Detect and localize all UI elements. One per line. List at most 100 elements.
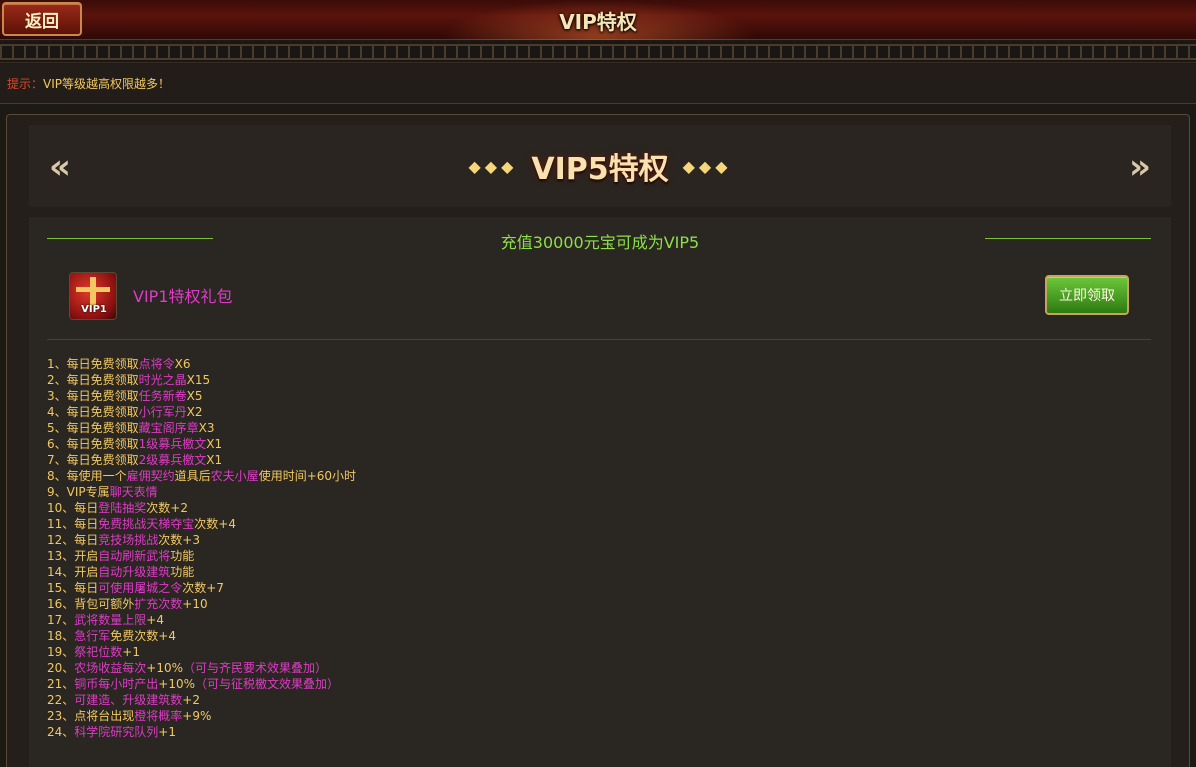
perk-highlight: 橙将概率 [134,709,183,723]
perk-highlight: 自动升级建筑 [98,565,171,579]
gift-box-icon[interactable]: VIP1 [69,272,117,320]
perk-highlight: 竞技场挑战 [98,533,159,547]
perk-text: 15、每日 [47,581,99,595]
diamond-right-icon: ◆◆◆ [682,156,732,176]
perk-item: 10、每日登陆抽奖次数+2 [47,500,1147,516]
decorative-border [0,41,1196,63]
claim-button[interactable]: 立即领取 [1045,275,1129,315]
perk-text: 13、开启 [47,549,99,563]
perk-highlight: 扩充次数 [134,597,183,611]
perk-highlight: 任务新卷 [138,389,187,403]
perk-highlight: 科学院研究队列 [74,725,159,739]
perk-text: +4 [146,613,164,627]
perk-text: X6 [174,357,191,371]
perk-item: 9、VIP专属聊天表情 [47,484,1147,500]
perk-text: X3 [198,421,215,435]
vip-title: ◆◆◆ VIP5特权 ◆◆◆ [29,125,1171,207]
perk-highlight: （可与征税檄文效果叠加） [195,677,340,691]
vip-title-bar: « ◆◆◆ VIP5特权 ◆◆◆ » [29,125,1171,207]
back-button[interactable]: 返回 [2,2,82,36]
recharge-requirement: 充值30000元宝可成为VIP5 [500,233,700,252]
perk-item: 20、农场收益每次+10%（可与齐民要术效果叠加） [47,660,1147,676]
perk-highlight: 自动刷新武将 [98,549,171,563]
perk-item: 23、点将台出现橙将概率+9% [47,708,1147,724]
perk-item: 16、背包可额外扩充次数+10 [47,596,1147,612]
perk-text: 5、每日免费领取 [47,421,139,435]
perk-highlight: 急行军 [74,629,111,643]
perk-item: 4、每日免费领取小行军丹X2 [47,404,1147,420]
perk-text: 功能 [170,565,195,579]
perk-text: 16、背包可额外 [47,597,135,611]
perk-item: 18、急行军免费次数+4 [47,628,1147,644]
perk-text: 19、 [47,645,75,659]
deco-line-right [985,238,1151,239]
perk-text: 11、每日 [47,517,99,531]
perk-item: 17、武将数量上限+4 [47,612,1147,628]
perk-item: 13、开启自动刷新武将功能 [47,548,1147,564]
vip-content-card: 充值30000元宝可成为VIP5 VIP1 VIP1特权礼包 立即领取 1、每日… [29,217,1171,767]
perk-text: 次数+7 [182,581,224,595]
gift-name: VIP1特权礼包 [133,287,233,306]
perk-highlight: 登陆抽奖 [98,501,147,515]
perk-text: 1、每日免费领取 [47,357,139,371]
perk-item: 2、每日免费领取时光之晶X15 [47,372,1147,388]
perk-text: +10 [182,597,208,611]
page-title: VIP特权 [559,9,637,34]
perk-highlight: 祭祀位数 [74,645,123,659]
perk-text: 10、每日 [47,501,99,515]
perk-highlight: （可与齐民要术效果叠加） [183,661,328,675]
perk-highlight: 免费挑战天梯夺宝 [98,517,195,531]
gift-icon-tag: VIP1 [81,304,107,315]
perk-item: 12、每日竞技场挑战次数+3 [47,532,1147,548]
perk-text: 21、 [47,677,75,691]
perk-highlight: 小行军丹 [138,405,187,419]
perk-item: 7、每日免费领取2级募兵檄文X1 [47,452,1147,468]
perk-item: 22、可建造、升级建筑数+2 [47,692,1147,708]
perk-text: 4、每日免费领取 [47,405,139,419]
perk-item: 1、每日免费领取点将令X6 [47,356,1147,372]
perk-highlight: 可建造、升级建筑数 [74,693,183,707]
perk-text: 2、每日免费领取 [47,373,139,387]
perk-text: 次数+3 [158,533,200,547]
vip-panel: « ◆◆◆ VIP5特权 ◆◆◆ » 充值30000元宝可成为VIP5 VIP1… [6,114,1190,767]
tip-text: VIP等级越高权限越多！ [43,77,171,91]
perk-text: +2 [182,693,200,707]
perk-text: 次数+4 [194,517,236,531]
perk-item: 15、每日可使用屠城之令次数+7 [47,580,1147,596]
perk-list: 1、每日免费领取点将令X6 2、每日免费领取时光之晶X15 3、每日免费领取任务新卷… [47,356,1147,740]
perk-item: 3、每日免费领取任务新卷X5 [47,388,1147,404]
perk-text: +1 [122,645,140,659]
perk-text: 22、 [47,693,75,707]
perk-text: 免费次数+4 [110,629,176,643]
perk-text: 次数+2 [146,501,188,515]
perk-item: 8、每使用一个雇佣契约道具后农夫小屋使用时间+60小时 [47,468,1147,484]
perk-item: 24、科学院研究队列+1 [47,724,1147,740]
perk-text: 14、开启 [47,565,99,579]
tip-bar: 提示： VIP等级越高权限越多！ [0,64,1196,104]
tip-label: 提示： [7,77,44,91]
perk-text: 道具后 [174,469,211,483]
perk-highlight: 可使用屠城之令 [98,581,183,595]
perk-highlight: 2级募兵檄文 [138,453,207,467]
perk-item: 5、每日免费领取藏宝阁序章X3 [47,420,1147,436]
perk-highlight: 农场收益每次 [74,661,147,675]
perk-item: 14、开启自动升级建筑功能 [47,564,1147,580]
perk-text: +1 [158,725,176,739]
perk-highlight: 雇佣契约 [126,469,175,483]
perk-text: +10% [146,661,184,675]
perk-text: X1 [206,453,223,467]
perk-text: X5 [186,389,203,403]
perk-text: 9、VIP专属 [47,485,110,499]
diamond-left-icon: ◆◆◆ [468,156,518,176]
perk-text: +9% [182,709,212,723]
perk-text: 18、 [47,629,75,643]
perk-text: 使用时间+60小时 [258,469,357,483]
gift-ribbon-horizontal [76,287,110,292]
perk-text: X15 [186,373,211,387]
perk-text: 17、 [47,613,75,627]
perk-text: 功能 [170,549,195,563]
perk-text: 12、每日 [47,533,99,547]
next-vip-arrow-icon[interactable]: » [1125,149,1155,185]
perk-highlight: 1级募兵檄文 [138,437,207,451]
perk-text: X2 [186,405,203,419]
